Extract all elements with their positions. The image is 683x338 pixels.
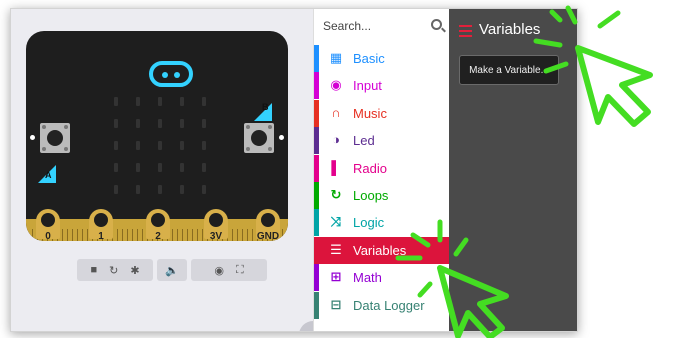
cursor-icon-bottom [437,265,509,338]
cursor-icon-top [575,45,653,127]
annotation-overlay [395,5,653,338]
cursor-rays-bottom [395,219,469,298]
